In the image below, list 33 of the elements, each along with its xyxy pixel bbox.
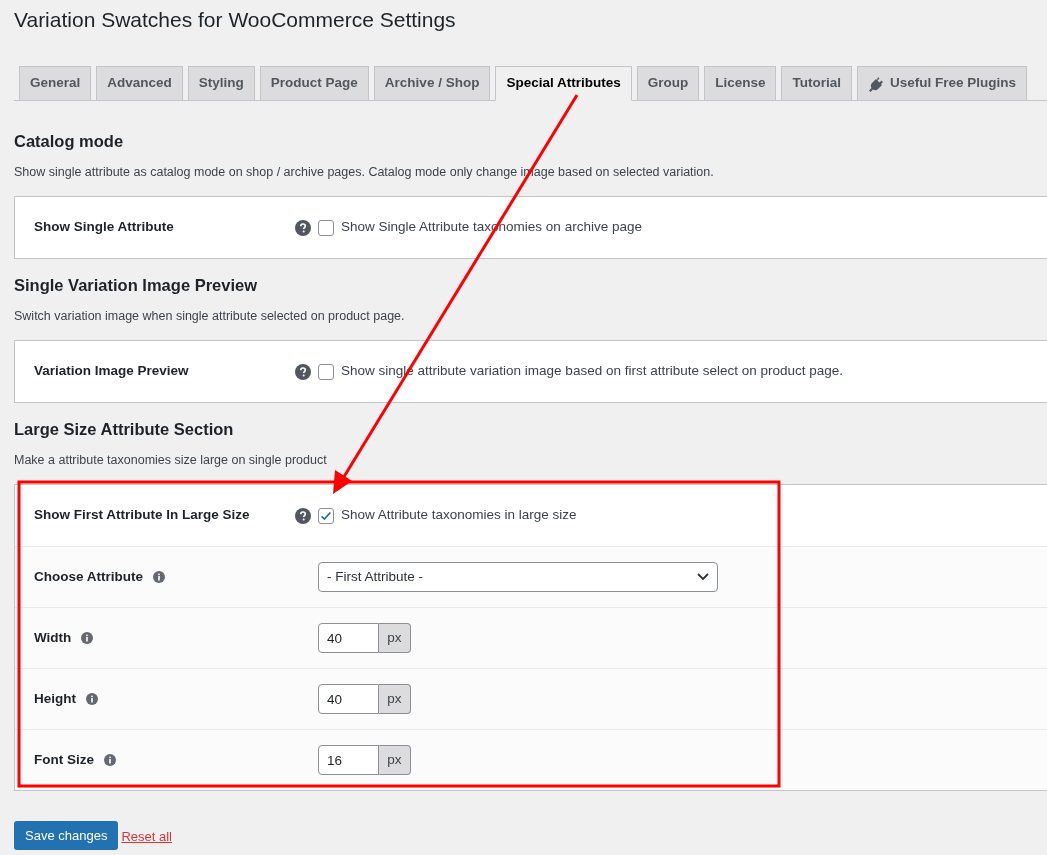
save-button[interactable]: Save changes: [14, 821, 119, 850]
section-title: Single Variation Image Preview: [14, 275, 257, 295]
tab[interactable]: Useful Free Plugins: [856, 66, 1027, 101]
tab[interactable]: Product Page: [259, 66, 369, 101]
attribute-dropdown[interactable]: - First Attribute -: [318, 562, 718, 592]
tab[interactable]: License: [704, 66, 777, 101]
tab[interactable]: Tutorial: [781, 66, 852, 101]
setting-label: Font Size: [34, 750, 94, 769]
tab[interactable]: Advanced: [96, 66, 183, 101]
setting-label: Show First Attribute In Large Size: [34, 506, 250, 525]
setting-label: Variation Image Preview: [34, 362, 189, 381]
section-title: Large Size Attribute Section: [14, 419, 234, 439]
checkbox-label: Show Attribute taxonomies in large size: [341, 506, 577, 525]
setting-label: Show Single Attribute: [34, 218, 174, 237]
setting-label: Width: [34, 628, 72, 647]
reset-link[interactable]: Reset all: [121, 826, 172, 846]
section-title: Catalog mode: [14, 131, 124, 151]
tab[interactable]: Group: [636, 66, 700, 101]
tab[interactable]: General: [19, 66, 92, 101]
tab[interactable]: Archive / Shop: [373, 66, 491, 101]
unit-label: px: [379, 745, 411, 775]
unit-label: px: [379, 684, 411, 714]
tab[interactable]: Styling: [187, 66, 255, 101]
unit-label: px: [379, 623, 411, 653]
number-input[interactable]: 40: [318, 684, 379, 714]
section-description: Switch variation image when single attribute selected on product page.: [14, 308, 405, 325]
setting-label: Height: [34, 689, 76, 708]
setting-label: Choose Attribute: [34, 567, 143, 586]
section-description: Make a attribute taxonomies size large on single product: [14, 452, 327, 469]
number-input[interactable]: 40: [318, 623, 379, 653]
number-input[interactable]: 16: [318, 745, 379, 775]
tab[interactable]: Special Attributes: [495, 66, 632, 101]
page-title: Variation Swatches for WooCommerce Settings: [14, 7, 456, 33]
